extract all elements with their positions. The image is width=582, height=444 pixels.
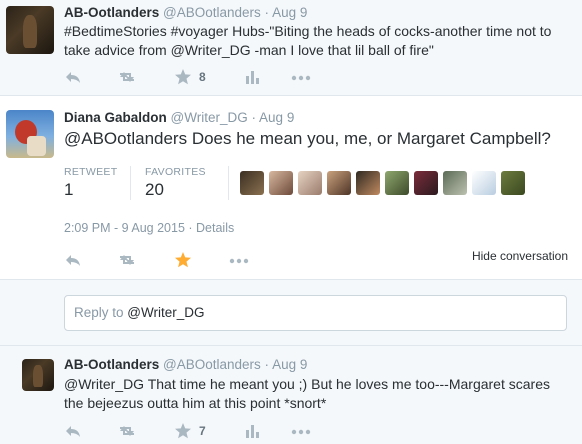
more-icon[interactable] [290, 421, 312, 441]
retweet-icon[interactable] [116, 250, 138, 270]
separator-dot: · [264, 5, 270, 20]
tweet-header: AB-Ootlanders @ABOotlanders · Aug 9 [64, 357, 307, 372]
favoriter-avatar[interactable] [501, 171, 525, 195]
stats-icon[interactable] [244, 67, 260, 87]
avatar-diana-gabaldon[interactable] [6, 110, 54, 158]
stat-divider [130, 166, 131, 200]
reply-icon[interactable] [64, 421, 82, 441]
hide-conversation-link[interactable]: Hide conversation [472, 249, 568, 263]
favoriter-avatar[interactable] [269, 171, 293, 195]
author-name[interactable]: Diana Gabaldon [64, 110, 167, 125]
retweet-label: RETWEET [64, 166, 118, 178]
stats-icon[interactable] [244, 421, 260, 441]
favorite-star-icon-active[interactable] [174, 250, 192, 270]
favoriter-avatar[interactable] [240, 171, 264, 195]
reply-icon[interactable] [64, 67, 82, 87]
retweet-icon[interactable] [116, 421, 138, 441]
retweet-count[interactable]: 1 [64, 180, 73, 200]
tweet-text-line: @Writer_DG That time he meant you ;) But… [64, 376, 550, 392]
tweet-text: @Writer_DG That time he meant you ;) But… [64, 375, 574, 413]
favoriter-avatar[interactable] [472, 171, 496, 195]
more-icon[interactable] [228, 250, 250, 270]
reply-input[interactable]: Reply to @Writer_DG [64, 295, 567, 331]
avatar-ab-ootlanders[interactable] [6, 6, 54, 54]
favorite-star-icon[interactable] [174, 67, 192, 87]
tweet-header: Diana Gabaldon @Writer_DG · Aug 9 [64, 110, 294, 125]
favoriter-avatar[interactable] [414, 171, 438, 195]
favoriter-avatar[interactable] [298, 171, 322, 195]
favorite-count: 7 [199, 424, 206, 438]
separator-dot: · [251, 110, 257, 125]
tweet-timestamp[interactable]: 2:09 PM - 9 Aug 2015 · Details [64, 221, 234, 235]
reply-mention: @Writer_DG [127, 305, 205, 320]
author-name[interactable]: AB-Ootlanders [64, 357, 159, 372]
reply-placeholder: Reply to @Writer_DG [74, 305, 205, 320]
tweet-time[interactable]: Aug 9 [272, 357, 307, 372]
tweet-time[interactable]: Aug 9 [272, 5, 307, 20]
more-icon[interactable] [290, 67, 312, 87]
avatar-ab-ootlanders[interactable] [22, 359, 54, 391]
tweet-3[interactable]: AB-Ootlanders @ABOotlanders · Aug 9 @Wri… [0, 346, 582, 444]
tweet-actions: 8 [64, 67, 324, 87]
author-handle[interactable]: @ABOotlanders [163, 357, 261, 372]
favoriter-avatar[interactable] [385, 171, 409, 195]
favorites-count[interactable]: 20 [145, 180, 164, 200]
tweet-header: AB-Ootlanders @ABOotlanders · Aug 9 [64, 5, 307, 20]
favoriter-avatar[interactable] [443, 171, 467, 195]
author-handle[interactable]: @Writer_DG [171, 110, 248, 125]
tweet-text: @ABOotlanders Does he mean you, me, or M… [64, 129, 551, 148]
tweet-text-line: #BedtimeStories #voyager Hubs-"Biting th… [64, 23, 552, 39]
reply-prefix: Reply to [74, 305, 124, 320]
tweet-1[interactable]: AB-Ootlanders @ABOotlanders · Aug 9 #Bed… [0, 0, 582, 96]
stat-divider [228, 166, 229, 200]
tweet-text-line: the bejeezus outta him at this point *sn… [64, 395, 327, 411]
favorites-label: FAVORITES [145, 166, 206, 178]
tweet-time[interactable]: Aug 9 [259, 110, 294, 125]
favorite-star-icon[interactable] [174, 421, 192, 441]
tweet-actions [64, 250, 324, 270]
tweet-actions: 7 [64, 421, 324, 441]
retweet-icon[interactable] [116, 67, 138, 87]
favoriter-avatar[interactable] [327, 171, 351, 195]
separator-dot: · [264, 357, 270, 372]
favorite-count: 8 [199, 70, 206, 84]
author-handle[interactable]: @ABOotlanders [163, 5, 261, 20]
reply-area: Reply to @Writer_DG [0, 280, 582, 346]
tweet-text: #BedtimeStories #voyager Hubs-"Biting th… [64, 22, 574, 60]
reply-icon[interactable] [64, 250, 82, 270]
tweet-text-line: take advice from @Writer_DG -man I love … [64, 42, 434, 58]
author-name[interactable]: AB-Ootlanders [64, 5, 159, 20]
favoriter-avatar[interactable] [356, 171, 380, 195]
